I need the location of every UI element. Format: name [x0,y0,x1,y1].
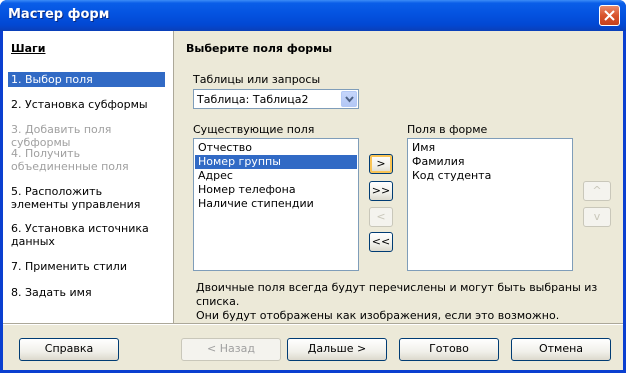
window-title: Мастер форм [8,7,110,22]
list-item[interactable]: Номер телефона [195,183,357,197]
steps-sidebar: Шаги 1. Выбор поля 2. Установка субформы… [3,31,174,323]
tables-select[interactable]: Таблица: Таблица2 [193,89,359,109]
step-subform[interactable]: 2. Установка субформы [8,97,165,112]
dropdown-button[interactable] [341,91,357,107]
wizard-window: Мастер форм Шаги 1. Выбор поля 2. Устано… [0,0,626,373]
step-select-fields[interactable]: 1. Выбор поля [8,72,165,87]
form-fields-label: Поля в форме [407,123,488,136]
page-title: Выберите поля формы [186,42,333,55]
help-button[interactable]: Справка [19,338,119,361]
note-line-1: Двоичные поля всегда будут перечислены и… [196,281,598,308]
list-item[interactable]: Адрес [195,169,357,183]
steps-title: Шаги [11,42,46,55]
tables-label: Таблицы или запросы [193,73,321,86]
finish-button[interactable]: Готово [399,338,499,361]
close-icon [604,10,615,21]
list-item[interactable]: Наличие стипендии [195,197,357,211]
remove-all-fields-button[interactable]: << [369,232,393,252]
title-bar[interactable]: Мастер форм [0,0,626,31]
move-down-button: v [583,207,611,227]
step-arrange-controls[interactable]: 5. Расположить элементы управления [8,184,165,212]
cancel-button[interactable]: Отмена [511,338,611,361]
footer-separator [3,323,623,325]
add-field-button[interactable]: > [369,154,393,174]
list-item[interactable]: Код студента [409,169,571,183]
list-item-selected[interactable]: Номер группы [195,155,357,169]
dialog-body: Шаги 1. Выбор поля 2. Установка субформы… [3,31,623,370]
list-item[interactable]: Имя [409,141,571,155]
move-up-button: ^ [583,181,611,201]
step-set-name[interactable]: 8. Задать имя [8,285,165,300]
existing-fields-list[interactable]: Отчество Номер группы Адрес Номер телефо… [193,138,359,271]
add-all-fields-button[interactable]: >> [369,181,393,201]
back-button: < Назад [181,338,281,361]
next-button[interactable]: Дальше > [287,338,387,361]
step-apply-styles[interactable]: 7. Применить стили [8,259,165,274]
step-joined-fields-label: 4. Получить объединенные поля [11,147,129,173]
close-button[interactable] [599,5,620,26]
step-joined-fields: 4. Получить объединенные поля [8,146,165,174]
step-data-source[interactable]: 6. Установка источника данных [8,221,165,249]
existing-fields-label: Существующие поля [193,123,315,136]
note-line-2: Они будут отображены как изображения, ес… [196,309,560,322]
chevron-down-icon [345,96,354,103]
form-fields-list[interactable]: Имя Фамилия Код студента [407,138,573,271]
remove-field-button: < [369,207,393,227]
tables-select-value: Таблица: Таблица2 [197,93,309,106]
binary-fields-note: Двоичные поля всегда будут перечислены и… [196,281,616,323]
list-item[interactable]: Отчество [195,141,357,155]
list-item[interactable]: Фамилия [409,155,571,169]
